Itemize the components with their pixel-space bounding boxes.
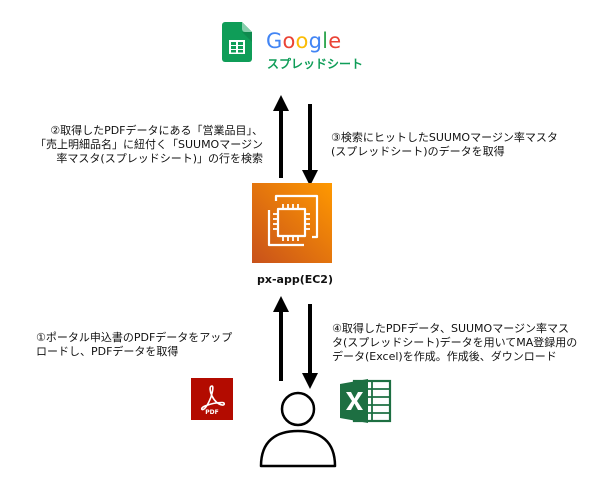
google-letter: o [295, 29, 309, 53]
google-letter: o [282, 29, 296, 53]
step-4-note: ④取得したPDFデータ、SUUMOマージン率マス タ(スプレッドシート)データを… [332, 322, 578, 363]
google-letter: g [308, 29, 323, 53]
google-sheets-icon [222, 22, 252, 62]
user-icon [259, 391, 337, 468]
step-3-note: ③検索にヒットしたSUUMOマージン率マスタ (スプレッドシート)のデータを取得 [331, 131, 558, 158]
pdf-label: PDF [205, 409, 219, 416]
ec2-tile [252, 183, 332, 263]
excel-icon [340, 379, 392, 423]
google-letter: e [328, 29, 342, 53]
sheets-product-name: スプレッドシート [267, 57, 364, 71]
ec2-label: px-app(EC2) [256, 273, 333, 286]
google-letter: G [266, 29, 283, 53]
step-2-note: ②取得したPDFデータにある「営業品目」、 「売上明細品名」に紐付く「SUUMO… [34, 124, 263, 165]
ec2-chip-icon [267, 194, 319, 247]
google-wordmark: Google [266, 29, 341, 53]
step-1-note: ①ポータル申込書のPDFデータをアップ ロードし、PDFデータを取得 [36, 331, 233, 358]
